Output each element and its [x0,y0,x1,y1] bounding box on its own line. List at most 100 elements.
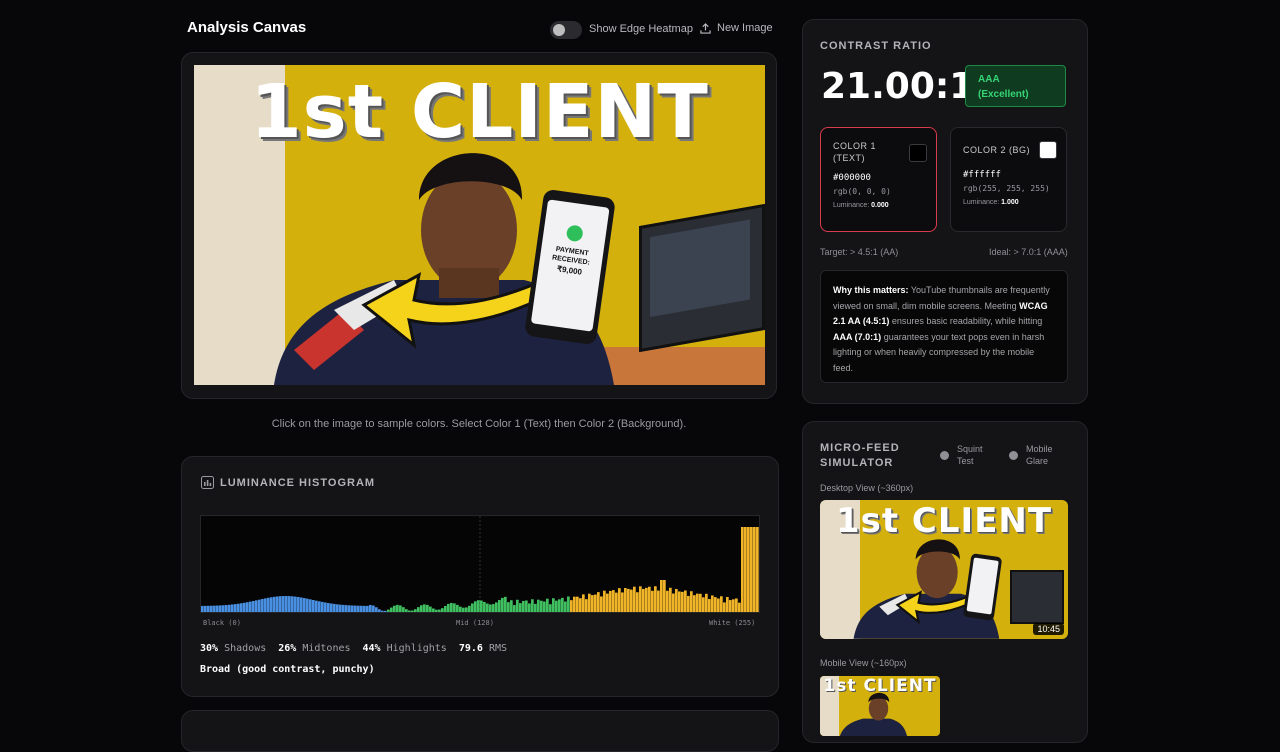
histogram-bar [567,596,570,612]
histogram-bar [636,592,639,612]
histogram-bar [264,598,267,612]
color2-lum-label: Luminance: [963,199,1000,206]
histogram-bar [498,599,501,612]
stat-midtones-value: 26% [278,643,297,654]
histogram-bar [411,610,414,612]
histogram-bar [702,597,705,612]
sample-image[interactable]: PAYMENT RECEIVED: ₹9,000 1st CLIENT [194,65,765,385]
sampling-instructions: Click on the image to sample colors. Sel… [271,418,687,430]
histogram-bar [726,597,729,612]
glare-label-2: Glare [1026,456,1049,466]
histogram-bar [735,598,738,612]
histogram-bar [204,605,207,612]
histogram-bar [312,600,315,612]
histogram-bar [564,601,567,612]
stat-highlights-label: Highlights [386,643,447,654]
histogram-bar [510,600,513,612]
histogram-bar [684,590,687,612]
histogram-bar [357,605,360,612]
stat-shadows-value: 30% [200,643,219,654]
mobile-glare-option[interactable]: Mobile Glare [1009,443,1053,467]
histogram-bar [474,601,477,612]
histogram-bar [240,603,243,612]
histogram-bar [387,609,390,612]
edge-heatmap-toggle[interactable] [550,21,582,39]
histogram-bar [429,606,432,612]
histogram-bar [210,605,213,612]
next-panel [181,710,779,752]
histogram-bar [651,590,654,612]
histogram-bar [414,609,417,612]
histogram-bar [288,596,291,612]
histogram-bar [348,605,351,612]
histogram-bar [315,600,318,612]
histogram-bar [597,592,600,612]
histogram-bar [537,599,540,612]
histogram-bar [570,600,573,612]
color1-lum-label: Luminance: [833,202,870,209]
squint-radio-icon [940,450,949,460]
micro-feed-title: MICRO-FEED SIMULATOR [820,441,900,471]
color2-lum-value: 1.000 [1001,199,1019,206]
histogram-bar [492,604,495,612]
stat-rms-value: 79.6 [458,643,483,654]
why-text-2: ensures basic readability, while hitting [889,316,1043,326]
histogram-bar [327,603,330,612]
histogram-bar [654,586,657,612]
histogram-bar [624,588,627,612]
histogram-bar [750,527,753,612]
stat-midtones: 26% Midtones [278,643,350,654]
histogram-bar [276,596,279,612]
histogram-bar [690,591,693,612]
histogram-bar [669,587,672,612]
histogram-bar [540,600,543,612]
histogram-bar [390,607,393,612]
histogram-bar [330,603,333,612]
desktop-preview-headline: 1st CLIENT [835,501,1053,541]
histogram-bar [513,605,516,612]
histogram-bar [489,604,492,612]
histogram-bar [306,598,309,612]
histogram-bar [621,592,624,612]
squint-label-2: Test [957,456,974,466]
histogram-bar [585,599,588,612]
why-aaa: AAA (7.0:1) [833,331,882,342]
histogram-bar [648,586,651,612]
histogram-bar [732,599,735,612]
histogram-bar [543,601,546,612]
histogram-stats: 30% Shadows 26% Midtones 44% Highlights … [200,643,507,654]
histogram-bar [258,599,261,612]
histogram-bar [231,604,234,612]
histogram-bar [447,603,450,612]
histogram-bar [417,607,420,612]
glare-radio-icon [1009,450,1018,460]
histogram-bar [249,601,252,612]
color2-card[interactable]: COLOR 2 (BG) #ffffff rgb(255, 255, 255) … [950,127,1067,232]
stat-shadows-label: Shadows [224,643,267,654]
color1-card[interactable]: COLOR 1 (TEXT) #000000 rgb(0, 0, 0) Lumi… [820,127,937,232]
histogram-bar [279,596,282,612]
upload-icon [700,22,711,34]
histogram-bar [282,596,285,612]
squint-label-1: Squint [957,444,983,454]
histogram-bar [468,605,471,612]
squint-test-option[interactable]: Squint Test [940,443,983,467]
histogram-bar [693,595,696,612]
why-lead: Why this matters: [833,285,909,295]
histogram-bar [666,590,669,612]
contrast-title: CONTRAST RATIO [820,40,932,52]
histogram-bar [381,610,384,612]
toggle-knob [553,24,565,36]
new-image-button[interactable]: New Image [700,22,773,34]
histogram-bar [300,597,303,612]
histogram-bar [342,604,345,612]
histogram-bar [612,590,615,612]
histogram-bar [267,597,270,612]
histogram-bar [528,603,531,612]
bar-chart-icon [201,476,214,489]
histogram-bar [333,603,336,612]
histogram-bar [477,600,480,612]
histogram-bar [309,599,312,612]
preview-phone-screen [966,557,999,615]
histogram-bar [561,597,564,612]
